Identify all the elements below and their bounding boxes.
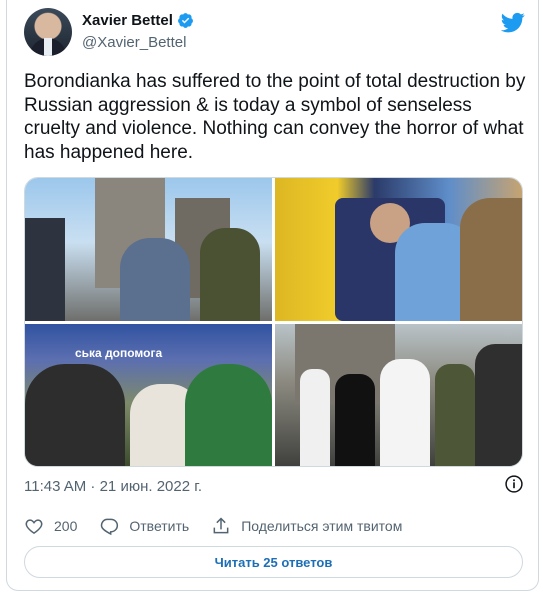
soldier	[435, 364, 475, 466]
tweet-header: Xavier Bettel @Xavier_Bettel	[24, 8, 525, 60]
tweet-text: Borondianka has suffered to the point of…	[24, 71, 531, 163]
photo-4[interactable]	[275, 324, 522, 466]
media-grid: ська допомога	[24, 177, 523, 467]
share-button[interactable]: Поделиться этим твитом	[211, 516, 402, 536]
reply-icon	[101, 518, 119, 536]
photo-1[interactable]	[25, 178, 272, 321]
handle[interactable]: @Xavier_Bettel	[82, 34, 186, 51]
man-right	[460, 198, 522, 321]
verified-badge-icon	[177, 13, 193, 28]
timestamp[interactable]: 11:43 AM · 21 июн. 2022 г.	[24, 478, 202, 495]
action-bar: 200 Ответить Поделиться этим твитом	[24, 514, 424, 538]
avatar[interactable]	[24, 8, 72, 56]
photo-2[interactable]	[275, 178, 522, 321]
display-name[interactable]: Xavier Bettel	[82, 12, 173, 29]
man-white	[300, 369, 330, 466]
photo-3[interactable]: ська допомога	[25, 324, 272, 466]
woman-black	[335, 374, 375, 466]
camera-operator	[475, 344, 522, 466]
reply-button[interactable]: Ответить	[99, 516, 189, 536]
heart-icon	[25, 519, 43, 534]
reply-label: Ответить	[129, 518, 190, 534]
person-back	[120, 238, 190, 321]
info-icon[interactable]	[504, 474, 524, 494]
like-count: 200	[54, 518, 78, 534]
banner-text: ська допомога	[75, 346, 163, 360]
share-icon	[213, 517, 229, 534]
soldier	[200, 228, 260, 321]
share-label: Поделиться этим твитом	[241, 518, 403, 534]
name-row: Xavier Bettel	[82, 12, 194, 29]
tweet-card: Xavier Bettel @Xavier_Bettel Borondianka…	[6, 0, 539, 591]
avatar-shirt	[44, 38, 52, 56]
read-replies-button[interactable]: Читать 25 ответов	[24, 546, 523, 578]
person-edge	[25, 218, 65, 321]
like-button[interactable]: 200	[24, 516, 77, 536]
man-dark-jacket	[25, 364, 125, 466]
woman-green	[185, 364, 272, 466]
twitter-logo-icon[interactable]	[501, 10, 525, 34]
man-white-2	[380, 359, 430, 466]
